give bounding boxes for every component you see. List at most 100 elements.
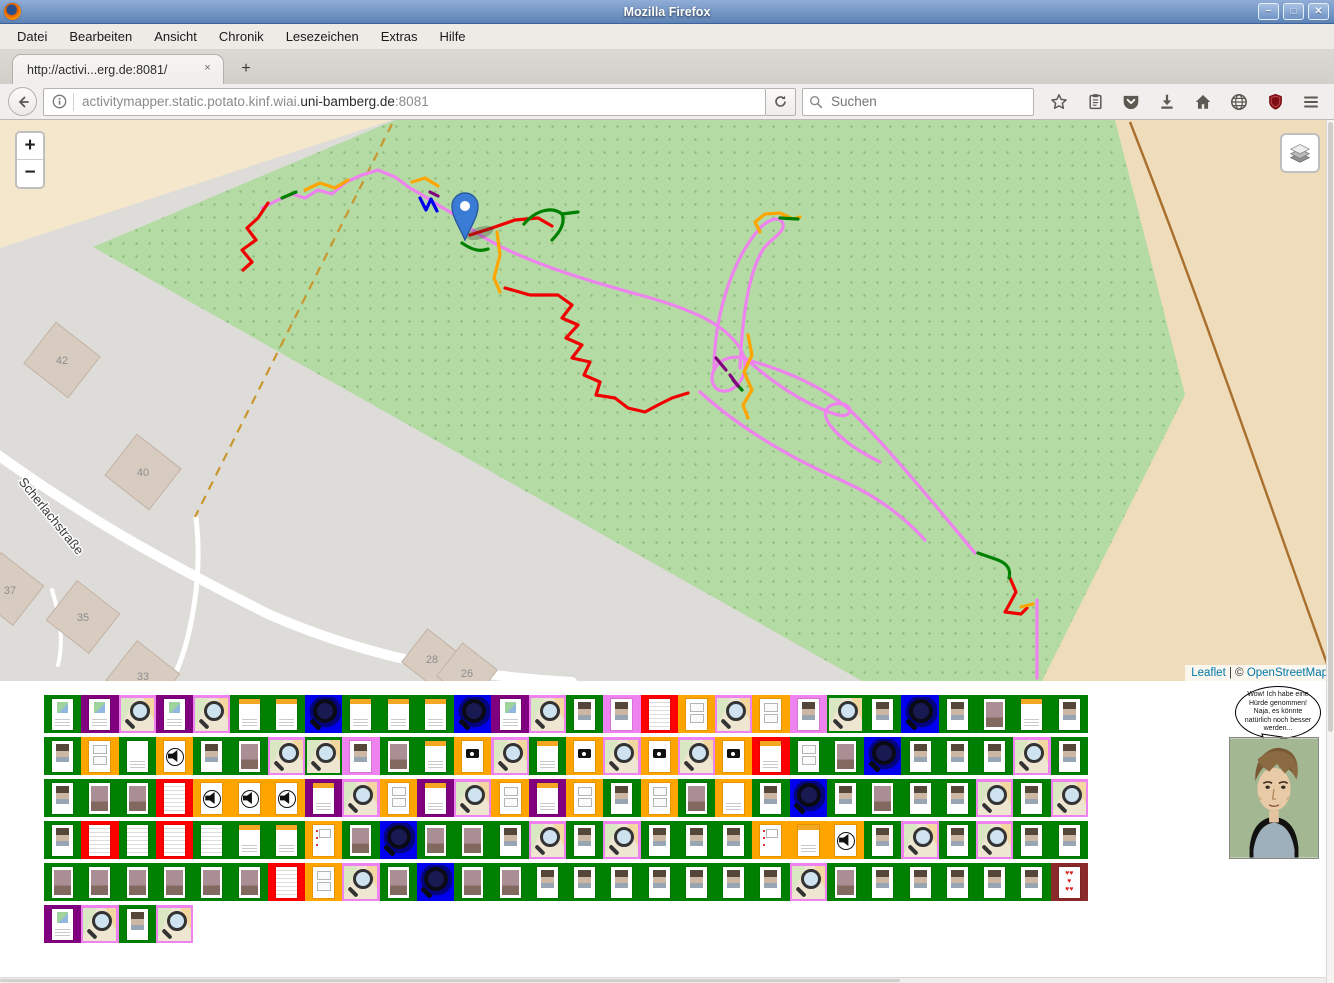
search-input[interactable] xyxy=(829,93,999,110)
activity-tile-dark-magnifier[interactable] xyxy=(454,695,491,733)
activity-tile-portrait-photo[interactable] xyxy=(566,695,603,733)
activity-tile-page-map[interactable] xyxy=(44,905,81,943)
activity-tile-room-photo[interactable] xyxy=(193,863,230,901)
globe-addon-icon[interactable] xyxy=(1228,91,1250,113)
activity-tile-portrait-photo[interactable] xyxy=(939,863,976,901)
activity-tile-room-photo[interactable] xyxy=(491,863,528,901)
activity-tile-room-photo[interactable] xyxy=(827,863,864,901)
activity-tile-map-magnifier[interactable] xyxy=(1013,737,1050,775)
activity-tile-page-orange-header[interactable] xyxy=(268,821,305,859)
activity-tile-portrait-photo[interactable] xyxy=(566,821,603,859)
activity-tile-room-photo[interactable] xyxy=(380,863,417,901)
activity-tile-page-text[interactable] xyxy=(193,821,230,859)
activity-tile-portrait-photo[interactable] xyxy=(976,737,1013,775)
activity-tile-dark-magnifier[interactable] xyxy=(790,779,827,817)
menu-chronik[interactable]: Chronik xyxy=(208,25,275,48)
activity-tile-camera[interactable] xyxy=(566,737,603,775)
back-button[interactable] xyxy=(8,87,37,116)
activity-tile-map-magnifier[interactable] xyxy=(976,821,1013,859)
activity-tile-page-orange-header[interactable] xyxy=(1013,695,1050,733)
activity-tile-portrait-photo[interactable] xyxy=(678,821,715,859)
activity-tile-map-magnifier[interactable] xyxy=(342,779,379,817)
activity-tile-dark-magnifier[interactable] xyxy=(417,863,454,901)
activity-tile-room-photo[interactable] xyxy=(454,821,491,859)
activity-tile-room-photo[interactable] xyxy=(230,737,267,775)
activity-tile-portrait-photo[interactable] xyxy=(529,863,566,901)
activity-tile-portrait-photo[interactable] xyxy=(44,737,81,775)
clipboard-icon[interactable] xyxy=(1084,91,1106,113)
activity-tile-map-magnifier[interactable] xyxy=(976,779,1013,817)
activity-tile-portrait-photo[interactable] xyxy=(939,779,976,817)
activity-tile-portrait-photo[interactable] xyxy=(603,695,640,733)
activity-tile-map-magnifier[interactable] xyxy=(790,863,827,901)
zoom-in-button[interactable]: + xyxy=(17,133,43,160)
activity-tile-portrait-photo[interactable] xyxy=(790,695,827,733)
horizontal-scrollbar-thumb[interactable] xyxy=(0,979,900,982)
activity-tile-portrait-photo[interactable] xyxy=(901,779,938,817)
vertical-scrollbar[interactable] xyxy=(1326,120,1334,983)
activity-tile-map-magnifier[interactable] xyxy=(603,737,640,775)
activity-tile-camera[interactable] xyxy=(454,737,491,775)
activity-tile-portrait-photo[interactable] xyxy=(864,863,901,901)
activity-tile-room-photo[interactable] xyxy=(678,779,715,817)
activity-tile-portrait-photo[interactable] xyxy=(641,863,678,901)
activity-tile-portrait-photo[interactable] xyxy=(1051,821,1088,859)
activity-tile-page-map[interactable] xyxy=(156,695,193,733)
activity-tile-portrait-photo[interactable] xyxy=(1013,779,1050,817)
activity-tile-portrait-photo[interactable] xyxy=(119,905,156,943)
activity-tile-room-photo[interactable] xyxy=(81,779,118,817)
location-marker-icon[interactable] xyxy=(452,193,495,243)
activity-tile-map-magnifier[interactable] xyxy=(529,695,566,733)
activity-tile-portrait-photo[interactable] xyxy=(603,779,640,817)
activity-tile-map-magnifier[interactable] xyxy=(268,737,305,775)
activity-tile-page-orange-header[interactable] xyxy=(417,779,454,817)
activity-tile-room-photo[interactable] xyxy=(417,821,454,859)
menu-lesezeichen[interactable]: Lesezeichen xyxy=(275,25,370,48)
url-bar[interactable]: activitymapper.static.potato.kinf.wiai.u… xyxy=(43,88,766,116)
activity-tile-page-form[interactable] xyxy=(566,779,603,817)
activity-tile-map-magnifier[interactable] xyxy=(491,737,528,775)
activity-tile-speaker[interactable] xyxy=(193,779,230,817)
activity-tile-page-blank[interactable] xyxy=(715,779,752,817)
osm-link[interactable]: OpenStreetMap xyxy=(1247,667,1328,679)
activity-tile-map-magnifier[interactable] xyxy=(901,821,938,859)
activity-tile-speaker[interactable] xyxy=(156,737,193,775)
activity-tile-page-orange-header[interactable] xyxy=(380,695,417,733)
menu-bearbeiten[interactable]: Bearbeiten xyxy=(58,25,143,48)
home-icon[interactable] xyxy=(1192,91,1214,113)
hamburger-menu-icon[interactable] xyxy=(1300,91,1322,113)
activity-tile-page-map[interactable] xyxy=(81,695,118,733)
activity-tile-portrait-photo[interactable] xyxy=(939,737,976,775)
info-icon[interactable] xyxy=(52,94,67,109)
activity-tile-camera[interactable] xyxy=(715,737,752,775)
leaflet-map[interactable]: 42 40 37 35 33 28 26 Scherlachstraße xyxy=(0,120,1334,681)
activity-tile-page-text[interactable] xyxy=(156,821,193,859)
activity-tile-map-magnifier[interactable] xyxy=(454,779,491,817)
menu-extras[interactable]: Extras xyxy=(370,25,429,48)
activity-tile-page-orange-header[interactable] xyxy=(268,695,305,733)
activity-tile-hearts[interactable] xyxy=(1051,863,1088,901)
activity-tile-dark-magnifier[interactable] xyxy=(305,695,342,733)
horizontal-scrollbar[interactable] xyxy=(0,977,1326,983)
activity-tile-page-form[interactable] xyxy=(380,779,417,817)
activity-tile-page-form[interactable] xyxy=(305,863,342,901)
activity-tile-room-photo[interactable] xyxy=(827,737,864,775)
activity-tile-room-photo[interactable] xyxy=(380,737,417,775)
activity-tile-portrait-photo[interactable] xyxy=(752,863,789,901)
activity-tile-page-form[interactable] xyxy=(81,737,118,775)
activity-tile-page-orange-header[interactable] xyxy=(342,695,379,733)
activity-tile-map-magnifier[interactable] xyxy=(827,695,864,733)
activity-tile-page-orange-header[interactable] xyxy=(417,695,454,733)
activity-tile-page-form[interactable] xyxy=(678,695,715,733)
activity-tile-portrait-photo[interactable] xyxy=(752,779,789,817)
activity-tile-page-text[interactable] xyxy=(156,779,193,817)
activity-tile-page-text[interactable] xyxy=(119,821,156,859)
new-tab-button[interactable]: + xyxy=(232,58,260,82)
activity-tile-portrait-photo[interactable] xyxy=(715,863,752,901)
activity-tile-portrait-photo[interactable] xyxy=(939,695,976,733)
activity-tile-room-photo[interactable] xyxy=(119,779,156,817)
activity-tile-map-magnifier[interactable] xyxy=(715,695,752,733)
activity-tile-room-photo[interactable] xyxy=(976,695,1013,733)
activity-tile-page-checklist[interactable] xyxy=(752,821,789,859)
activity-tile-portrait-photo[interactable] xyxy=(1051,737,1088,775)
